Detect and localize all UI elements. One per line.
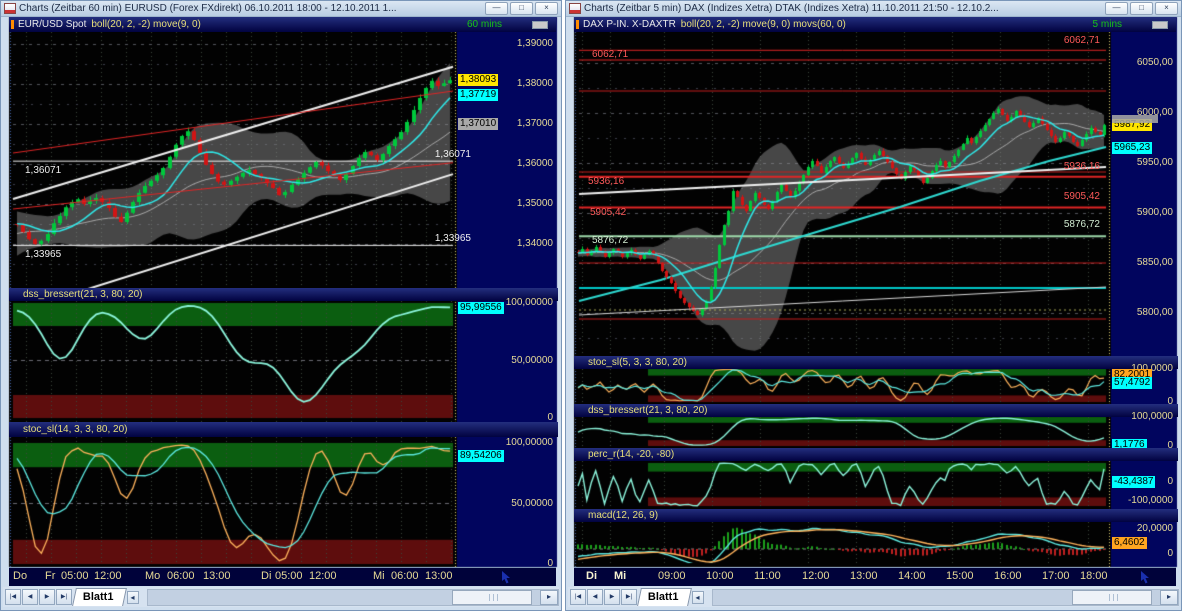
sheet-tab[interactable]: Blatt1 [72, 588, 126, 606]
instrument-name: EUR/USD Spot [18, 19, 86, 30]
horizontal-scrollbar[interactable]: ▸ [147, 589, 559, 606]
scroll-right-button[interactable]: ▸ [1160, 590, 1178, 605]
chart-window-eurusd: Charts (Zeitbar 60 min) EURUSD (Forex FX… [0, 0, 562, 611]
restore-button[interactable]: □ [1130, 2, 1153, 15]
title-bar[interactable]: Charts (Zeitbar 5 min) DAX (Indizes Xetr… [566, 1, 1181, 17]
bottom-bar: |◀◀▶▶| Blatt1 ◂ ▸ [3, 587, 559, 607]
sheet-nav-0[interactable]: |◀ [570, 589, 586, 605]
sheet-nav-2[interactable]: ▶ [604, 589, 620, 605]
sheet-nav-2[interactable]: ▶ [39, 589, 55, 605]
instrument-marker-icon [11, 20, 14, 29]
studies-label: boll(20, 2, -2) move(9, 0) movs(60, 0) [681, 19, 1093, 30]
app-icon [569, 3, 581, 14]
sheet-nav-buttons: |◀◀▶▶| [5, 589, 72, 605]
window-title: Charts (Zeitbar 60 min) EURUSD (Forex FX… [19, 3, 481, 14]
window-controls: —□× [1105, 2, 1178, 15]
sheet-nav-3[interactable]: ▶| [621, 589, 637, 605]
chart-window-dax: Charts (Zeitbar 5 min) DAX (Indizes Xetr… [565, 0, 1182, 611]
chart-canvas[interactable] [566, 1, 1182, 611]
horizontal-scrollbar[interactable]: ▸ [712, 589, 1179, 606]
header-minimize-chip[interactable] [1152, 21, 1168, 29]
window-title: Charts (Zeitbar 5 min) DAX (Indizes Xetr… [584, 3, 1101, 14]
chart-canvas[interactable] [1, 1, 563, 611]
chart-header: DAX P-IN. X-DAXTR boll(20, 2, -2) move(9… [574, 17, 1176, 32]
instrument-name: DAX P-IN. X-DAXTR [583, 19, 676, 30]
studies-label: boll(20, 2, -2) move(9, 0) [91, 19, 467, 30]
tab-scroll-left-button[interactable]: ◂ [127, 591, 139, 604]
bottom-bar: |◀◀▶▶| Blatt1 ◂ ▸ [568, 587, 1179, 607]
scroll-right-button[interactable]: ▸ [540, 590, 558, 605]
sheet-nav-1[interactable]: ◀ [22, 589, 38, 605]
sheet-nav-buttons: |◀◀▶▶| [570, 589, 637, 605]
timeframe-label: 60 mins [467, 19, 502, 30]
title-bar[interactable]: Charts (Zeitbar 60 min) EURUSD (Forex FX… [1, 1, 561, 17]
close-button[interactable]: × [1155, 2, 1178, 15]
chart-pointer-icon[interactable] [499, 570, 513, 584]
app-icon [4, 3, 16, 14]
scrollbar-thumb[interactable] [452, 590, 532, 605]
sheet-tab-label: Blatt1 [83, 589, 114, 606]
sheet-tab-label: Blatt1 [648, 589, 679, 606]
sheet-tab[interactable]: Blatt1 [637, 588, 691, 606]
chart-pointer-icon[interactable] [1138, 570, 1152, 584]
chart-header: EUR/USD Spot boll(20, 2, -2) move(9, 0) … [9, 17, 556, 32]
restore-button[interactable]: □ [510, 2, 533, 15]
time-axis [9, 567, 556, 586]
sheet-nav-3[interactable]: ▶| [56, 589, 72, 605]
minimize-button[interactable]: — [485, 2, 508, 15]
minimize-button[interactable]: — [1105, 2, 1128, 15]
scrollbar-thumb[interactable] [1072, 590, 1152, 605]
tab-scroll-left-button[interactable]: ◂ [692, 591, 704, 604]
desktop: Charts (Zeitbar 60 min) EURUSD (Forex FX… [0, 0, 1182, 611]
close-button[interactable]: × [535, 2, 558, 15]
instrument-marker-icon [576, 20, 579, 29]
sheet-nav-1[interactable]: ◀ [587, 589, 603, 605]
time-axis [574, 567, 1176, 586]
timeframe-label: 5 mins [1093, 19, 1122, 30]
sheet-nav-0[interactable]: |◀ [5, 589, 21, 605]
header-minimize-chip[interactable] [532, 21, 548, 29]
window-controls: —□× [485, 2, 558, 15]
